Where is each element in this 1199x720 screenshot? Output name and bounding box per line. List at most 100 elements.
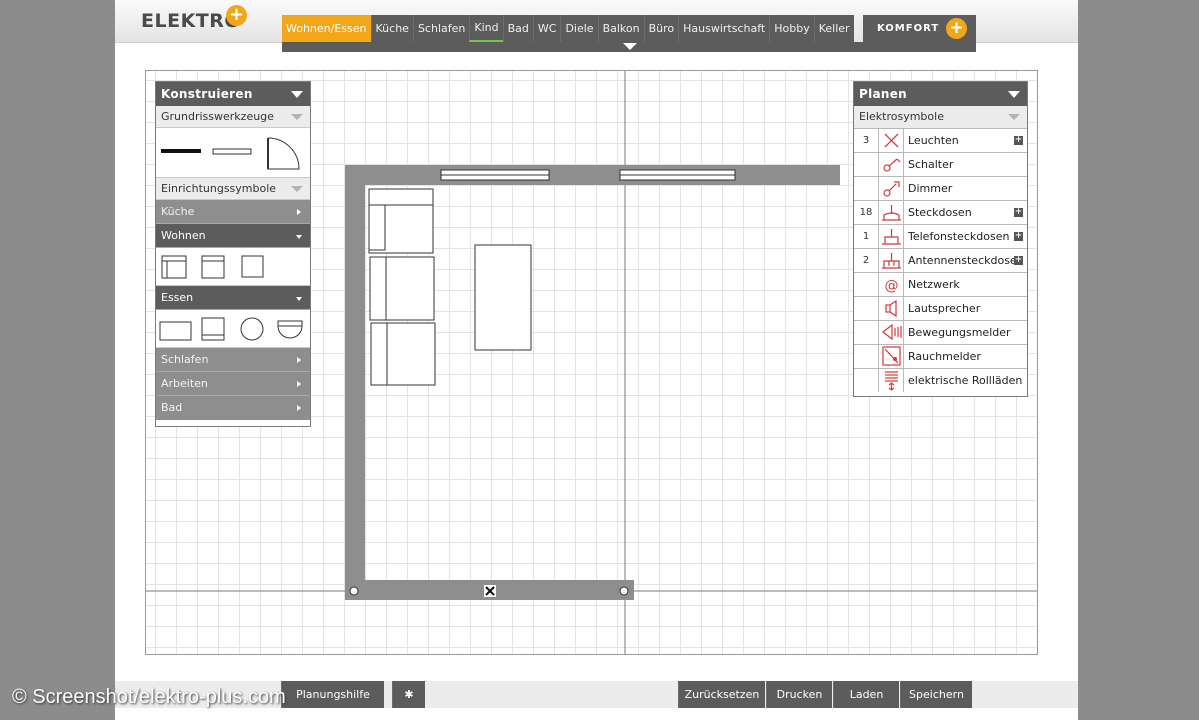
tab-diele[interactable]: Diele xyxy=(560,15,597,42)
half-round-table-symbol-icon xyxy=(277,320,303,339)
konstruieren-title[interactable]: Konstruieren xyxy=(156,82,310,106)
armchair-3 xyxy=(370,322,436,386)
elektrosymbole-header[interactable]: Elektrosymbole xyxy=(854,106,1027,128)
symbol-label: Rauchmelder xyxy=(908,350,981,363)
planen-title[interactable]: Planen xyxy=(854,82,1027,106)
shutter-icon xyxy=(879,369,904,392)
symbol-label: Telefonsteckdosen xyxy=(908,230,1010,243)
komfort-button[interactable]: KOMFORT + xyxy=(863,15,976,42)
chevron-down-icon[interactable] xyxy=(1008,91,1020,98)
symbol-count xyxy=(854,153,879,176)
symbol-count: 3 xyxy=(854,129,879,152)
wohnen-symbols xyxy=(156,248,310,286)
category-kueche-label: Küche xyxy=(161,205,195,218)
symbol-label: Lautsprecher xyxy=(908,302,981,315)
chevron-down-icon[interactable] xyxy=(291,91,303,98)
collapse-arrow-icon[interactable] xyxy=(623,43,637,50)
komfort-plus-icon: + xyxy=(946,18,967,39)
category-essen[interactable]: Essen xyxy=(156,286,310,310)
symbol-label: Schalter xyxy=(908,158,954,171)
category-arbeiten-label: Arbeiten xyxy=(161,377,208,390)
chevron-down-icon xyxy=(1008,114,1020,120)
expand-plus-icon[interactable]: + xyxy=(1014,232,1023,241)
window-tool-icon xyxy=(212,148,252,155)
tab-bad[interactable]: Bad xyxy=(502,15,533,42)
tab-wohnen-essen[interactable]: Wohnen/Essen xyxy=(282,15,371,42)
essen-symbols xyxy=(156,310,310,348)
elektrosymbole-label: Elektrosymbole xyxy=(859,110,944,123)
round-table-symbol-icon xyxy=(240,317,264,341)
tab-kueche[interactable]: Küche xyxy=(370,15,413,42)
category-essen-label: Essen xyxy=(161,291,194,304)
tab-keller[interactable]: Keller xyxy=(813,15,854,42)
tab-hauswirtschaft[interactable]: Hauswirtschaft xyxy=(678,15,769,42)
bug-report-icon[interactable]: ✱ xyxy=(392,681,425,708)
symbol-label: Steckdosen xyxy=(908,206,972,219)
symbol-count: 2 xyxy=(854,249,879,272)
konstruieren-panel: Konstruieren Grundrisswerkzeuge Einricht… xyxy=(155,81,311,427)
symbol-row-dimmer[interactable]: Dimmer xyxy=(854,176,1027,200)
smoke-detector-icon xyxy=(879,345,904,368)
drucken-button[interactable]: Drucken xyxy=(766,681,832,708)
symbol-count xyxy=(854,297,879,320)
table xyxy=(474,244,532,351)
floorplan-canvas[interactable]: 392 Konstruieren Grundrisswerkzeuge xyxy=(145,70,1038,655)
planungshilfe-button[interactable]: Planungshilfe xyxy=(281,681,384,708)
tab-schlafen[interactable]: Schlafen xyxy=(412,15,469,42)
category-bad-label: Bad xyxy=(161,401,183,414)
chevron-down-icon xyxy=(291,114,303,120)
tab-hobby[interactable]: Hobby xyxy=(769,15,813,42)
door-tool-icon xyxy=(267,137,300,170)
symbol-row-netzwerk[interactable]: @ Netzwerk xyxy=(854,272,1027,296)
symbol-row-bewegungsmelder[interactable]: Bewegungsmelder xyxy=(854,320,1027,344)
grundriss-label: Grundrisswerkzeuge xyxy=(161,110,274,123)
laden-button[interactable]: Laden xyxy=(833,681,899,708)
expand-plus-icon[interactable]: + xyxy=(1014,136,1023,145)
socket-icon xyxy=(879,201,904,224)
tab-balkon[interactable]: Balkon xyxy=(597,15,644,42)
symbol-row-schalter[interactable]: Schalter xyxy=(854,152,1027,176)
zuruecksetzen-button[interactable]: Zurücksetzen xyxy=(678,681,765,708)
chevron-right-icon xyxy=(297,381,301,387)
category-kueche[interactable]: Küche xyxy=(156,200,310,224)
tab-kind[interactable]: Kind xyxy=(469,15,503,42)
svg-text:@: @ xyxy=(885,278,899,294)
chevron-right-icon xyxy=(297,357,301,363)
komfort-label: KOMFORT xyxy=(877,23,940,34)
symbol-count xyxy=(854,369,879,392)
tab-buero[interactable]: Büro xyxy=(643,15,679,42)
symbol-label: Bewegungsmelder xyxy=(908,326,1011,339)
symbol-row-leuchten[interactable]: 3 Leuchten + xyxy=(854,128,1027,152)
grundriss-header[interactable]: Grundrisswerkzeuge xyxy=(156,106,310,128)
wall-endpoint-left xyxy=(349,586,359,596)
armchair-2 xyxy=(369,256,435,321)
category-bad[interactable]: Bad xyxy=(156,396,310,420)
symbol-row-rolllaeden[interactable]: elektrische Rollläden xyxy=(854,368,1027,392)
symbol-row-antennensteckdosen[interactable]: 2 Antennensteckdosen + xyxy=(854,248,1027,272)
logo-plus-icon: + xyxy=(226,5,247,26)
symbol-row-steckdosen[interactable]: 18 Steckdosen + xyxy=(854,200,1027,224)
armchair-symbol-icon xyxy=(161,255,187,279)
symbol-row-lautsprecher[interactable]: Lautsprecher xyxy=(854,296,1027,320)
symbol-count xyxy=(854,321,879,344)
symbol-label: Antennensteckdosen xyxy=(908,254,1024,267)
copyright-watermark: © Screenshot/elektro-plus.com xyxy=(12,686,286,708)
category-wohnen[interactable]: Wohnen xyxy=(156,224,310,248)
symbol-count xyxy=(854,345,879,368)
symbol-row-rauchmelder[interactable]: Rauchmelder xyxy=(854,344,1027,368)
wall-top xyxy=(345,165,840,185)
app-frame: ELEKTRO + Wohnen/Essen Küche Schlafen Ki… xyxy=(115,0,1078,720)
speichern-button[interactable]: Speichern xyxy=(900,681,972,708)
symbol-row-telefonsteckdosen[interactable]: 1 Telefonsteckdosen + xyxy=(854,224,1027,248)
wall-endpoint-right xyxy=(619,586,629,596)
expand-plus-icon[interactable]: + xyxy=(1014,256,1023,265)
chevron-down-icon xyxy=(296,297,302,301)
tab-wc[interactable]: WC xyxy=(532,15,561,42)
floorplan-tool-icons xyxy=(161,137,300,170)
symbol-label: Leuchten xyxy=(908,134,959,147)
category-arbeiten[interactable]: Arbeiten xyxy=(156,372,310,396)
chevron-right-icon xyxy=(297,209,301,215)
expand-plus-icon[interactable]: + xyxy=(1014,208,1023,217)
einrichtung-header[interactable]: Einrichtungssymbole xyxy=(156,178,310,200)
category-schlafen[interactable]: Schlafen xyxy=(156,348,310,372)
